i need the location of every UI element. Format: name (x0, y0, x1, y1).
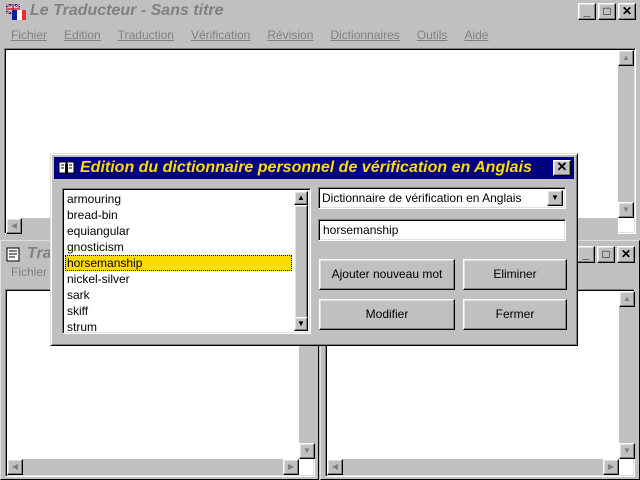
dialog-close-button[interactable]: ✕ (553, 160, 571, 176)
left-child-scroll-left-icon[interactable]: ◀ (7, 459, 23, 475)
right-child-scroll-left-icon[interactable]: ◀ (327, 459, 343, 475)
dictionary-select[interactable]: Dictionnaire de vérification en Anglais … (318, 187, 566, 209)
modify-word-button[interactable]: Modifier (319, 299, 455, 330)
right-child-hscroll[interactable]: ◀ ▶ (327, 459, 619, 475)
left-child-scroll-down-icon[interactable]: ▼ (299, 443, 315, 459)
app-flag-icon (6, 4, 26, 20)
word-list-item[interactable]: nickel-silver (65, 271, 292, 287)
scroll-up-arrow-icon[interactable]: ▲ (618, 50, 634, 66)
word-list[interactable]: armouring bread-bin equiangular gnosticism h… (62, 188, 311, 334)
word-list-scrollbar[interactable]: ▲ ▼ (294, 191, 308, 331)
word-input[interactable] (318, 219, 566, 241)
top-vertical-scrollbar[interactable]: ▲ ▼ (618, 50, 634, 218)
left-child-scroll-right-icon[interactable]: ▶ (283, 459, 299, 475)
word-list-scroll-up-icon[interactable]: ▲ (294, 191, 308, 205)
right-child-maximize-button[interactable]: □ (597, 246, 615, 263)
word-list-item[interactable]: strum (65, 319, 292, 331)
word-list-item[interactable]: gnosticism (65, 239, 292, 255)
dialog-title-bar[interactable]: Edition du dictionnaire personnel de vér… (54, 157, 574, 179)
left-child-title: Tra (27, 245, 52, 262)
word-list-scroll-down-icon[interactable]: ▼ (294, 317, 308, 331)
maximize-button[interactable]: □ (598, 3, 616, 20)
left-child-menu-fichier[interactable]: Fichier (3, 265, 47, 283)
scroll-left-arrow-icon[interactable]: ◀ (6, 218, 22, 234)
close-button[interactable]: ✕ (618, 3, 636, 20)
main-window-title: Le Traducteur - Sans titre (30, 2, 224, 19)
menu-verification[interactable]: Vérification (182, 26, 258, 46)
minimize-button[interactable]: _ (578, 3, 596, 20)
word-list-item[interactable]: skiff (65, 303, 292, 319)
word-list-item[interactable]: equiangular (65, 223, 292, 239)
word-list-item[interactable]: bread-bin (65, 207, 292, 223)
left-child-hscroll[interactable]: ◀ ▶ (7, 459, 299, 475)
right-child-vscroll[interactable]: ▲ ▼ (619, 291, 635, 459)
menu-aide[interactable]: Aide (455, 26, 496, 46)
menu-edition[interactable]: Edition (55, 26, 109, 46)
word-list-scroll-thumb[interactable] (294, 205, 308, 321)
personal-dictionary-dialog: Edition du dictionnaire personnel de vér… (50, 153, 578, 346)
dropdown-arrow-icon[interactable]: ▼ (547, 190, 563, 206)
scroll-down-arrow-icon[interactable]: ▼ (618, 202, 634, 218)
right-child-scroll-right-icon[interactable]: ▶ (603, 459, 619, 475)
document-icon (6, 247, 20, 262)
add-word-button[interactable]: Ajouter nouveau mot (319, 259, 455, 290)
menu-traduction[interactable]: Traduction (109, 26, 182, 46)
close-dialog-button[interactable]: Fermer (463, 299, 567, 330)
word-list-item[interactable]: sark (65, 287, 292, 303)
dialog-title: Edition du dictionnaire personnel de vér… (80, 159, 532, 176)
right-child-minimize-button[interactable]: _ (577, 246, 595, 263)
menu-bar: Fichier Edition Traduction Vérification … (2, 26, 638, 46)
word-list-item[interactable]: horsemanship (65, 255, 292, 271)
menu-dictionnaires[interactable]: Dictionnaires (321, 26, 407, 46)
dictionary-select-value: Dictionnaire de vérification en Anglais (322, 191, 522, 205)
right-child-close-button[interactable]: ✕ (617, 246, 635, 263)
menu-outils[interactable]: Outils (408, 26, 456, 46)
right-child-scroll-down-icon[interactable]: ▼ (619, 443, 635, 459)
menu-revision[interactable]: Révision (258, 26, 321, 46)
right-child-scroll-up-icon[interactable]: ▲ (619, 291, 635, 307)
remove-word-button[interactable]: Eliminer (463, 259, 567, 290)
word-list-item[interactable]: armouring (65, 191, 292, 207)
dictionary-book-icon (58, 161, 75, 174)
main-title-bar[interactable]: Le Traducteur - Sans titre _ □ ✕ (2, 0, 638, 24)
menu-fichier[interactable]: Fichier (2, 26, 55, 46)
